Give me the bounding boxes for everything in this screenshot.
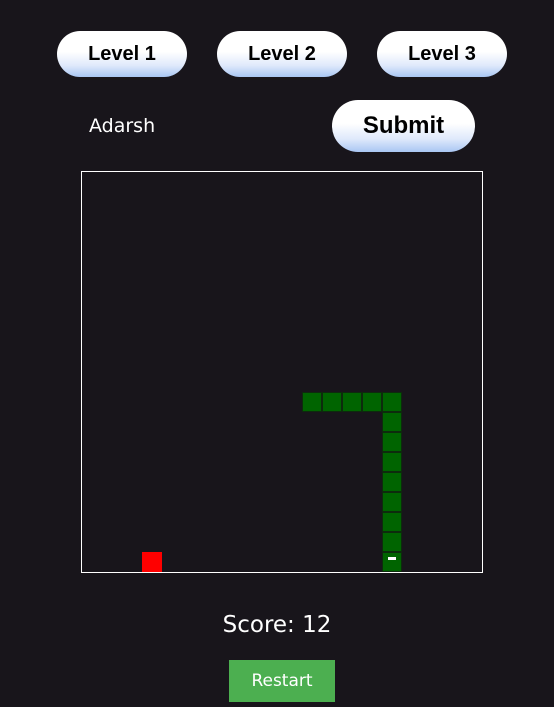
- snake-segment: [322, 392, 342, 412]
- score-display: Score: 12: [222, 612, 332, 638]
- snake-segment: [382, 512, 402, 532]
- snake-segment: [382, 392, 402, 412]
- level-3-button[interactable]: Level 3: [377, 31, 507, 77]
- snake-segment: [382, 492, 402, 512]
- snake-segment: [302, 392, 322, 412]
- food-item: [142, 552, 162, 572]
- snake-segment: [342, 392, 362, 412]
- level-1-button[interactable]: Level 1: [57, 31, 187, 77]
- snake-head: [382, 552, 402, 572]
- snake-segment: [382, 532, 402, 552]
- player-name: Adarsh: [89, 115, 156, 137]
- snake-segment: [382, 452, 402, 472]
- snake-segment: [362, 392, 382, 412]
- restart-button[interactable]: Restart: [229, 660, 335, 702]
- snake-segment: [382, 432, 402, 452]
- level-2-button[interactable]: Level 2: [217, 31, 347, 77]
- game-board[interactable]: [81, 171, 483, 573]
- snake-segment: [382, 412, 402, 432]
- snake-segment: [382, 472, 402, 492]
- submit-button[interactable]: Submit: [332, 100, 475, 152]
